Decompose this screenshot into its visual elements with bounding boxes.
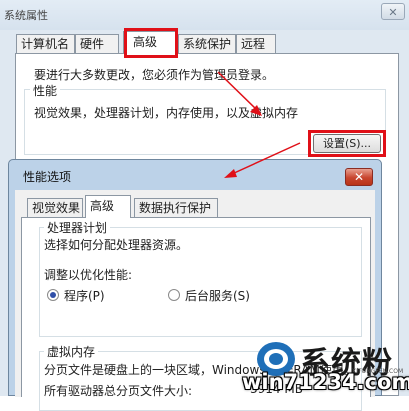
tab-visual-effects[interactable]: 视觉效果 — [27, 198, 83, 217]
tab-system-protection[interactable]: 系统保护 — [178, 34, 236, 53]
virtual-memory-legend: 虚拟内存 — [44, 343, 99, 360]
dialog-close-button[interactable]: ✕ — [345, 168, 373, 186]
performance-description: 视觉效果，处理器计划，内存使用，以及虚拟内存 — [34, 106, 299, 120]
performance-legend: 性能 — [30, 82, 61, 99]
tab-data-execution-prevention[interactable]: 数据执行保护 — [134, 198, 218, 217]
dialog-title: 性能选项 — [23, 170, 72, 184]
close-icon: ✕ — [388, 6, 398, 19]
tab-remote[interactable]: 远程 — [236, 34, 276, 53]
admin-note: 要进行大多数更改，您必须作为管理员登录。 — [34, 68, 275, 82]
radio-programs-label[interactable]: 程序(P) — [64, 287, 105, 304]
watermark-site: win71234.com — [242, 370, 409, 394]
close-button[interactable]: ✕ — [381, 3, 405, 20]
radio-programs[interactable] — [47, 289, 59, 301]
radio-background-services[interactable] — [168, 289, 180, 301]
processor-scheduling-description: 选择如何分配处理器资源。 — [44, 238, 189, 252]
radio-background-services-label[interactable]: 后台服务(S) — [185, 287, 250, 304]
close-icon: ✕ — [353, 170, 365, 184]
system-properties-titlebar: 系统属性 ✕ — [0, 0, 409, 30]
highlight-box-settings-button — [308, 130, 386, 157]
processor-scheduling-legend: 处理器计划 — [44, 219, 111, 236]
window-title: 系统属性 — [4, 9, 48, 22]
tab-hardware[interactable]: 硬件 — [75, 34, 119, 53]
radio-selected-dot — [50, 292, 56, 298]
total-paging-file-label: 所有驱动器总分页文件大小: — [44, 384, 193, 398]
highlight-box-advanced-tab — [124, 28, 178, 58]
tab-dialog-advanced[interactable]: 高级 — [85, 195, 131, 218]
optimize-performance-label: 调整以优化性能: — [44, 268, 133, 282]
tab-computer-name[interactable]: 计算机名 — [16, 34, 75, 53]
